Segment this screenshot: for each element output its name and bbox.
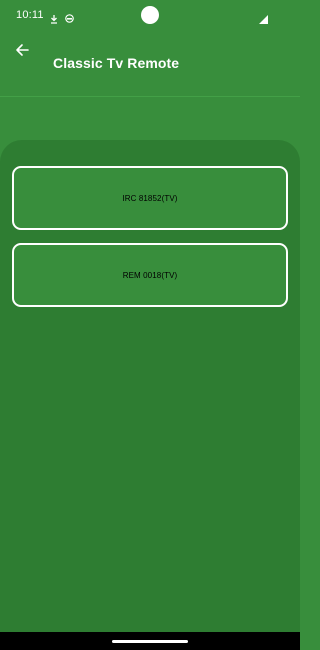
remote-card-rem-0018[interactable]: REM 0018(TV) (12, 243, 288, 307)
remote-card-label: IRC 81852(TV) (122, 193, 178, 203)
gesture-handle[interactable] (112, 640, 188, 643)
page-title: Classic Tv Remote (53, 55, 180, 71)
app-screen: 10:11 Classic Tv Remote IRC 81852(TV) RE… (0, 0, 300, 650)
remote-list-panel: IRC 81852(TV) REM 0018(TV) (0, 140, 300, 632)
system-nav-bar (0, 632, 300, 650)
signal-icon (259, 11, 268, 24)
app-bar: Classic Tv Remote (0, 32, 300, 97)
remote-card-label: REM 0018(TV) (122, 270, 178, 280)
back-button[interactable] (8, 38, 36, 66)
status-time: 10:11 (16, 9, 44, 21)
status-bar: 10:11 (0, 0, 300, 32)
download-icon (50, 11, 58, 24)
camera-cutout (141, 6, 159, 24)
arrow-back-icon (15, 43, 29, 62)
face-icon (65, 10, 74, 23)
remote-card-irc-81852[interactable]: IRC 81852(TV) (12, 166, 288, 230)
